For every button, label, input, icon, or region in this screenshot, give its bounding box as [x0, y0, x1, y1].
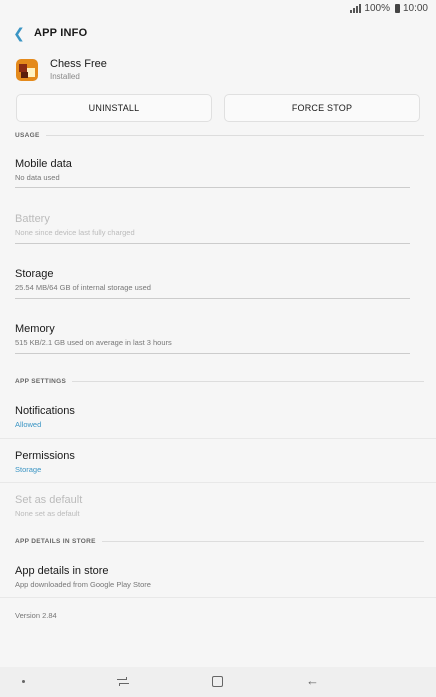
signal-icon: [350, 3, 362, 13]
section-header-app-details: APP DETAILS IN STORE: [15, 538, 424, 545]
section-header-app-settings: APP SETTINGS: [15, 378, 424, 385]
item-title: Notifications: [15, 405, 75, 417]
page-title: APP INFO: [34, 27, 88, 39]
divider: [0, 482, 436, 483]
app-bar: ❮ APP INFO: [0, 22, 436, 44]
back-arrow-icon[interactable]: ❮: [12, 25, 26, 41]
item-title: App details in store: [15, 565, 109, 577]
divider: [15, 298, 410, 299]
divider: [0, 438, 436, 439]
dot-icon[interactable]: [22, 680, 25, 683]
section-label: USAGE: [15, 132, 40, 139]
item-title: Battery: [15, 213, 50, 225]
item-title: Storage: [15, 268, 54, 280]
uninstall-button[interactable]: UNINSTALL: [16, 94, 212, 122]
item-subtitle: None since device last fully charged: [15, 228, 135, 237]
item-subtitle: None set as default: [15, 509, 80, 518]
notifications-item[interactable]: Notifications Allowed: [15, 405, 410, 429]
item-title: Memory: [15, 323, 55, 335]
item-subtitle: Allowed: [15, 420, 42, 429]
item-subtitle: App downloaded from Google Play Store: [15, 580, 151, 589]
set-as-default-item: Set as default None set as default: [15, 494, 410, 518]
section-header-usage: USAGE: [15, 132, 424, 139]
item-title: Permissions: [15, 450, 75, 462]
divider: [15, 243, 410, 244]
app-install-status: Installed: [50, 72, 80, 81]
section-label: APP SETTINGS: [15, 378, 67, 385]
item-subtitle: 25.54 MB/64 GB of internal storage used: [15, 283, 151, 292]
clock: 10:00: [402, 2, 428, 14]
force-stop-button[interactable]: FORCE STOP: [224, 94, 420, 122]
navigation-bar: ←: [0, 667, 436, 697]
section-label: APP DETAILS IN STORE: [15, 538, 96, 545]
item-title: Set as default: [15, 494, 83, 506]
status-bar: 100% 10:00: [0, 0, 436, 16]
divider: [0, 597, 436, 598]
battery-item: Battery None since device last fully cha…: [15, 213, 410, 237]
action-buttons: UNINSTALL FORCE STOP: [16, 94, 420, 122]
mobile-data-item[interactable]: Mobile data No data used: [15, 158, 410, 182]
memory-item[interactable]: Memory 515 KB/2.1 GB used on average in …: [15, 323, 410, 347]
app-summary: Chess Free Installed: [16, 58, 107, 81]
storage-item[interactable]: Storage 25.54 MB/64 GB of internal stora…: [15, 268, 410, 292]
divider: [15, 187, 410, 188]
chess-app-icon: [16, 58, 38, 81]
battery-percent: 100%: [364, 2, 390, 14]
battery-icon: [394, 3, 400, 13]
back-icon[interactable]: ←: [306, 673, 319, 688]
home-icon[interactable]: [212, 676, 223, 687]
item-subtitle: No data used: [15, 173, 60, 182]
divider: [15, 353, 410, 354]
item-subtitle: 515 KB/2.1 GB used on average in last 3 …: [15, 338, 172, 347]
app-name: Chess Free: [50, 58, 107, 70]
item-subtitle: Storage: [15, 465, 42, 474]
permissions-item[interactable]: Permissions Storage: [15, 450, 410, 474]
recent-apps-icon[interactable]: [117, 676, 129, 687]
app-details-in-store-item[interactable]: App details in store App downloaded from…: [15, 565, 410, 589]
item-title: Mobile data: [15, 158, 72, 170]
version-label: Version 2.84: [15, 611, 57, 620]
